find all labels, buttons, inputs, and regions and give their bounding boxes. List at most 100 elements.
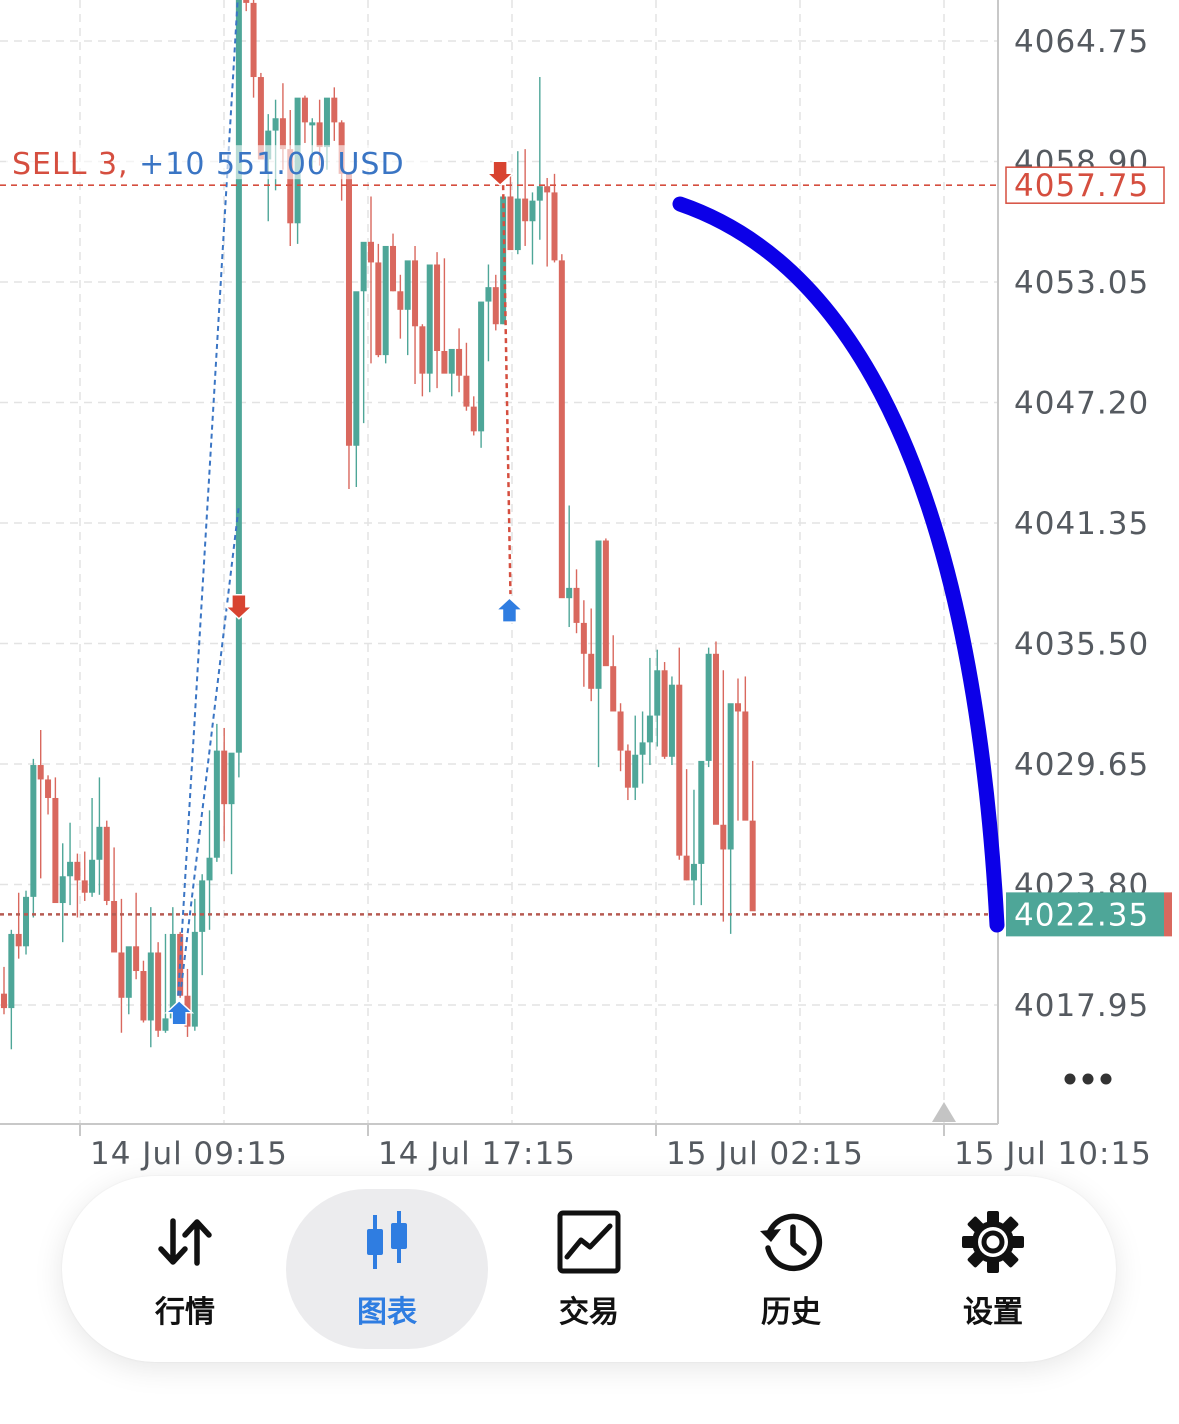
- candle-body: [140, 971, 147, 1021]
- menu-dot: [1082, 1073, 1094, 1085]
- candle-body: [602, 540, 609, 667]
- candle-body: [624, 750, 631, 788]
- tab-settings[interactable]: 设置: [892, 1189, 1094, 1349]
- candle-body: [81, 880, 88, 893]
- candle-body: [419, 326, 426, 374]
- tab-quotes[interactable]: 行情: [84, 1189, 286, 1349]
- tab-settings-label: 设置: [963, 1296, 1023, 1329]
- position-label: SELL 3, +10 551.00 USD: [12, 147, 405, 182]
- candle-body: [1, 993, 7, 1009]
- candle-body: [426, 264, 433, 374]
- candle-body: [37, 765, 44, 780]
- candle: [602, 538, 609, 667]
- price-chart[interactable]: SELL 3, +10 551.00 USD 4064.754058.90405…: [0, 0, 1179, 1180]
- tab-chart-label: 图表: [357, 1296, 417, 1329]
- candle-body: [573, 587, 580, 623]
- candle-body: [382, 245, 389, 356]
- candle-body: [412, 260, 419, 327]
- candle-body: [712, 653, 719, 825]
- trade-chart-icon: [557, 1210, 621, 1274]
- candle-body: [544, 186, 551, 193]
- candle-body: [720, 824, 727, 850]
- candle: [705, 647, 712, 768]
- y-tick-label: 4029.65: [1014, 747, 1149, 783]
- quotes-arrows-icon: [158, 1218, 212, 1266]
- candle-body: [551, 192, 558, 261]
- candle-body: [448, 348, 455, 374]
- position-side-text: SELL 3,: [12, 147, 139, 182]
- candle-body: [96, 826, 103, 860]
- candle-body: [566, 587, 573, 599]
- candle: [426, 264, 433, 393]
- candle-body: [45, 779, 52, 798]
- more-dots-icon[interactable]: [1064, 1073, 1112, 1085]
- y-tick-label: 4053.05: [1014, 265, 1149, 301]
- candle-body: [74, 861, 81, 881]
- candle-body: [397, 291, 404, 310]
- candle-body: [89, 859, 96, 893]
- candle-body: [646, 715, 653, 743]
- candle-body: [235, 0, 242, 753]
- candle: [712, 641, 719, 825]
- candle-body: [111, 900, 118, 953]
- candle-body: [133, 946, 140, 972]
- candle-body: [580, 622, 587, 654]
- candle-body: [23, 896, 30, 947]
- current-price-badge-text: 4022.35: [1014, 897, 1149, 933]
- tab-history-label: 历史: [761, 1296, 821, 1329]
- y-tick-label: 4017.95: [1014, 988, 1149, 1024]
- candle-body: [661, 670, 668, 757]
- tab-chart[interactable]: 图表: [286, 1189, 488, 1349]
- gear-icon: [962, 1211, 1024, 1273]
- x-tick-label: 14 Jul 17:15: [378, 1136, 576, 1172]
- candle-body: [199, 880, 206, 932]
- candle-body: [250, 2, 257, 78]
- candle: [668, 676, 675, 766]
- candle-body: [206, 857, 213, 881]
- candle-body: [118, 952, 125, 998]
- candle-body: [390, 245, 397, 292]
- candle: [155, 942, 162, 1037]
- bottom-tab-bar: 行情 图表 交易 历史 设置: [62, 1176, 1116, 1362]
- candle-body: [698, 760, 705, 864]
- candle: [661, 662, 668, 759]
- position-price-badge-text: 4057.75: [1014, 168, 1149, 204]
- candle-body: [8, 933, 15, 1009]
- candle-body: [727, 703, 734, 850]
- candle-body: [654, 670, 661, 716]
- candle-body: [595, 540, 602, 689]
- candle-body: [67, 861, 74, 877]
- tab-history[interactable]: 历史: [690, 1189, 892, 1349]
- candle: [235, 0, 242, 778]
- candle-body: [272, 118, 279, 131]
- current-price-badge-tail: [1164, 892, 1172, 937]
- candle-body: [463, 375, 470, 407]
- candle-body: [59, 876, 66, 904]
- candle-body: [507, 196, 514, 251]
- candle-body: [668, 684, 675, 757]
- candle: [478, 301, 485, 448]
- candle-body: [588, 653, 595, 689]
- candle-body: [323, 97, 330, 148]
- candle-body: [514, 198, 521, 251]
- candle-body: [243, 0, 250, 3]
- candle-body: [147, 952, 154, 1021]
- candle-body: [683, 855, 690, 881]
- candle: [558, 254, 565, 599]
- candle-body: [529, 200, 536, 222]
- position-profit-text: +10 551.00 USD: [139, 147, 404, 182]
- candle-body: [162, 1018, 169, 1031]
- candle-body: [492, 287, 499, 325]
- candle-body: [309, 122, 316, 126]
- candle-body: [155, 952, 162, 1031]
- tab-trade-label: 交易: [559, 1296, 619, 1329]
- candle-body: [690, 863, 697, 881]
- tab-trade[interactable]: 交易: [488, 1189, 690, 1349]
- candle-body: [434, 264, 441, 352]
- candle-body: [213, 750, 220, 858]
- candle-body: [353, 291, 360, 446]
- candle-body: [742, 711, 749, 821]
- candle: [345, 171, 352, 490]
- candle-body: [221, 750, 228, 805]
- candle-body: [441, 351, 448, 374]
